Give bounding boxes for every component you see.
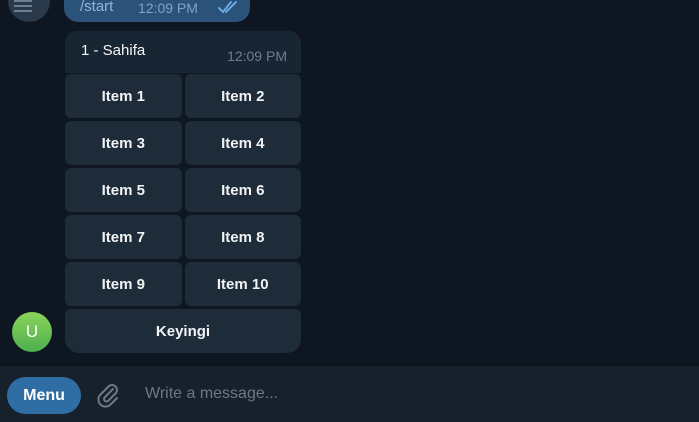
outgoing-message-time: 12:09 PM: [138, 0, 198, 16]
keyboard-row: Item 9 Item 10: [65, 262, 301, 306]
keyboard-button-item-5[interactable]: Item 5: [65, 168, 182, 212]
keyboard-button-item-7[interactable]: Item 7: [65, 215, 182, 259]
keyboard-button-next[interactable]: Keyingi: [65, 309, 301, 353]
bot-message-text: 1 - Sahifa: [81, 42, 146, 59]
bot-message[interactable]: 1 - Sahifa 12:09 PM: [65, 31, 301, 73]
keyboard-button-item-6[interactable]: Item 6: [184, 168, 301, 212]
keyboard-button-item-2[interactable]: Item 2: [184, 74, 301, 118]
message-input[interactable]: [145, 382, 665, 406]
menu-lines-icon: [14, 0, 32, 15]
keyboard-button-item-3[interactable]: Item 3: [65, 121, 182, 165]
keyboard-button-item-10[interactable]: Item 10: [184, 262, 301, 306]
keyboard-button-item-9[interactable]: Item 9: [65, 262, 182, 306]
keyboard-row: Item 3 Item 4: [65, 121, 301, 165]
bot-message-time: 12:09 PM: [227, 48, 287, 64]
menu-button[interactable]: Menu: [7, 377, 81, 414]
inline-keyboard: Item 1 Item 2 Item 3 Item 4 Item 5 Item …: [65, 74, 301, 356]
bot-avatar[interactable]: U: [12, 312, 52, 352]
outgoing-message[interactable]: /start 12:09 PM: [64, 0, 250, 22]
keyboard-button-item-8[interactable]: Item 8: [184, 215, 301, 259]
double-check-icon: [218, 1, 237, 14]
paperclip-icon[interactable]: [94, 381, 122, 409]
keyboard-button-item-1[interactable]: Item 1: [65, 74, 182, 118]
chat-area: /start 12:09 PM 1 - Sahifa 12:09 PM Item…: [0, 0, 699, 365]
keyboard-row: Keyingi: [65, 309, 301, 353]
keyboard-button-item-4[interactable]: Item 4: [184, 121, 301, 165]
message-composer: Menu: [0, 365, 699, 422]
keyboard-row: Item 5 Item 6: [65, 168, 301, 212]
user-avatar[interactable]: [8, 0, 50, 22]
keyboard-row: Item 1 Item 2: [65, 74, 301, 118]
keyboard-row: Item 7 Item 8: [65, 215, 301, 259]
outgoing-message-text: /start: [80, 0, 114, 15]
